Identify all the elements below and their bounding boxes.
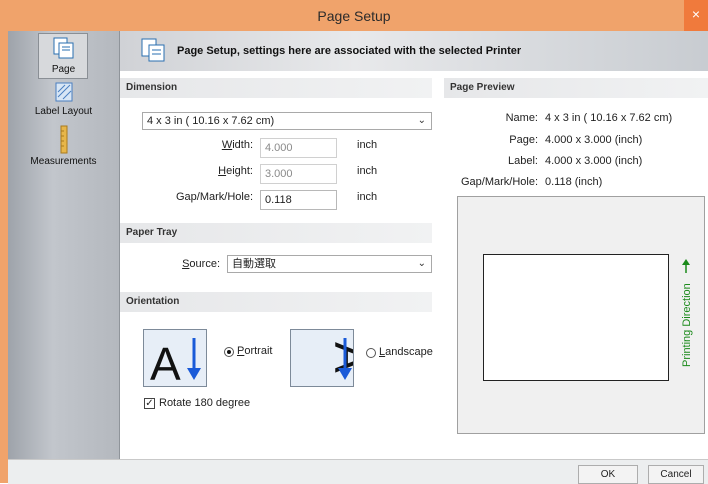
preview-page-value: 4.000 x 3.000 (inch) bbox=[545, 134, 643, 146]
label-preview-rect bbox=[483, 254, 669, 381]
dialog-footer: OK Cancel bbox=[8, 459, 708, 484]
banner-text: Page Setup, settings here are associated… bbox=[177, 45, 522, 57]
svg-text:A: A bbox=[150, 338, 181, 386]
source-value: 自動選取 bbox=[232, 258, 276, 270]
ok-button[interactable]: OK bbox=[578, 465, 638, 484]
arrow-up-icon bbox=[682, 259, 690, 265]
preview-name-value: 4 x 3 in ( 10.16 x 7.62 cm) bbox=[545, 112, 673, 124]
portrait-preview[interactable]: A bbox=[143, 329, 207, 390]
source-select[interactable]: 自動選取 ⌄ bbox=[227, 255, 432, 273]
width-label: Width: bbox=[221, 139, 253, 151]
sidebar-item-measurements[interactable]: Measurements bbox=[8, 125, 119, 167]
main-panel: Page Setup, settings here are associated… bbox=[120, 31, 708, 459]
title-bar: Page Setup × bbox=[0, 0, 708, 31]
gap-unit: inch bbox=[357, 191, 378, 203]
preview-label-value: 4.000 x 3.000 (inch) bbox=[545, 155, 643, 167]
chevron-down-icon: ⌄ bbox=[417, 115, 426, 126]
portrait-radio[interactable] bbox=[224, 347, 234, 357]
sidebar-item-label: Label Layout bbox=[34, 106, 93, 117]
page-preview-canvas: Printing Direction bbox=[457, 196, 705, 434]
cancel-button[interactable]: Cancel bbox=[648, 465, 704, 484]
window-title: Page Setup bbox=[317, 8, 391, 24]
width-unit: inch bbox=[357, 139, 378, 151]
sidebar: Page Label Layout Measurements bbox=[8, 31, 120, 459]
sidebar-item-page[interactable]: Page bbox=[8, 33, 119, 79]
gap-label: Gap/Mark/Hole: bbox=[175, 191, 253, 203]
height-field[interactable]: 3.000 bbox=[260, 164, 337, 184]
page-preview-header: Page Preview bbox=[444, 78, 708, 98]
preview-page-label: Page: bbox=[509, 134, 538, 146]
chevron-down-icon: ⌄ bbox=[417, 258, 426, 269]
preview-gap-value: 0.118 (inch) bbox=[545, 176, 603, 188]
height-label: Height: bbox=[218, 165, 253, 177]
window-frame bbox=[0, 31, 8, 483]
paper-tray-header: Paper Tray bbox=[120, 223, 432, 243]
preview-name-label: Name: bbox=[505, 112, 538, 124]
landscape-radio[interactable] bbox=[366, 348, 376, 358]
printing-direction-indicator: Printing Direction bbox=[681, 259, 693, 367]
close-button[interactable]: × bbox=[684, 0, 708, 31]
source-label: Source: bbox=[182, 258, 220, 270]
label-layout-icon bbox=[55, 82, 72, 102]
settings-banner: Page Setup, settings here are associated… bbox=[120, 31, 708, 71]
height-unit: inch bbox=[357, 165, 378, 177]
width-field[interactable]: 4.000 bbox=[260, 138, 337, 158]
rotate-label[interactable]: Rotate 180 degree bbox=[159, 397, 250, 409]
rotate-checkbox[interactable]: ✓ bbox=[144, 398, 155, 409]
landscape-label[interactable]: Landscape bbox=[379, 346, 433, 358]
dimension-header: Dimension bbox=[120, 78, 432, 98]
label-size-value: 4 x 3 in ( 10.16 x 7.62 cm) bbox=[147, 115, 275, 127]
ruler-icon bbox=[60, 125, 67, 154]
landscape-a-icon: A bbox=[325, 338, 377, 380]
portrait-a-icon: A bbox=[150, 338, 201, 390]
preview-gap-label: Gap/Mark/Hole: bbox=[460, 176, 538, 188]
landscape-preview[interactable]: A bbox=[290, 329, 377, 387]
preview-label-label: Label: bbox=[508, 155, 538, 167]
page-icon bbox=[53, 37, 73, 59]
sidebar-item-label: Page bbox=[51, 64, 76, 75]
page-icon bbox=[141, 38, 165, 62]
gap-field[interactable]: 0.118 bbox=[260, 190, 337, 210]
printing-direction-text: Printing Direction bbox=[681, 283, 693, 367]
sidebar-item-label: Measurements bbox=[30, 156, 97, 167]
sidebar-item-label-layout[interactable]: Label Layout bbox=[8, 81, 119, 117]
orientation-header: Orientation bbox=[120, 292, 432, 312]
label-size-select[interactable]: 4 x 3 in ( 10.16 x 7.62 cm) ⌄ bbox=[142, 112, 432, 130]
portrait-label[interactable]: Portrait bbox=[237, 345, 272, 357]
